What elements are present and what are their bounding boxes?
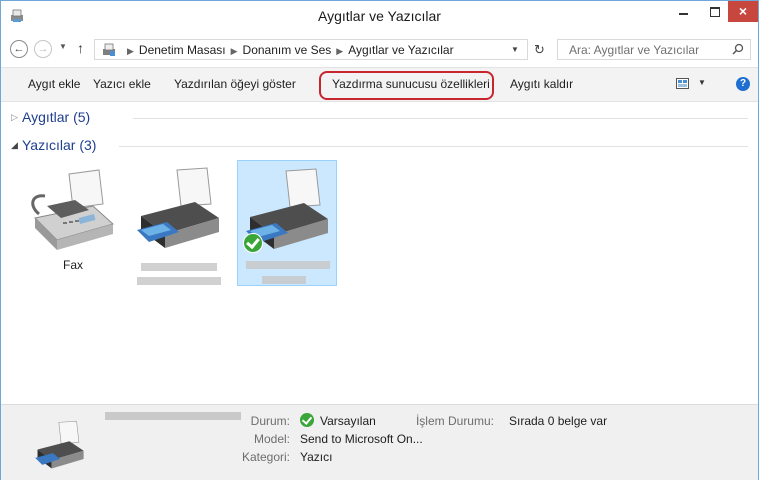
- status-label: Durum:: [250, 414, 290, 428]
- refresh-icon[interactable]: ↻: [534, 42, 545, 58]
- control-panel-printer-icon: [103, 43, 115, 56]
- details-pane: Durum: Varsayılan Model: Send to Microso…: [1, 404, 758, 480]
- remove-device-button[interactable]: Aygıtı kaldır: [510, 77, 573, 91]
- see-whats-printing-button[interactable]: Yazdırılan öğeyi göster: [174, 77, 296, 91]
- address-row: ← → ▼ ↑ ▶ Denetim Masası ▶ Donanım ve Ses ▶ A…: [1, 38, 758, 62]
- back-button[interactable]: ←: [10, 40, 28, 58]
- printer-item-default-selected[interactable]: [237, 160, 337, 286]
- redacted-name: [137, 277, 221, 285]
- redacted-printer-name: [105, 412, 241, 420]
- breadcrumb-devices-printers[interactable]: Aygıtlar ve Yazıcılar: [348, 43, 453, 57]
- up-button[interactable]: ↑: [77, 40, 84, 56]
- search-placeholder: Ara: Aygıtlar ve Yazıcılar: [569, 43, 700, 57]
- expand-icon[interactable]: ▷: [11, 112, 18, 123]
- collapse-icon[interactable]: ◢: [11, 140, 18, 151]
- window-title: Aygıtlar ve Yazıcılar: [318, 8, 441, 24]
- category-label: Kategori:: [241, 450, 290, 464]
- job-status-label: İşlem Durumu:: [415, 414, 494, 428]
- default-check-icon: [243, 233, 263, 253]
- model-value: Send to Microsoft On...: [300, 432, 423, 446]
- category-value: Yazıcı: [300, 450, 333, 464]
- redacted-name: [246, 261, 330, 269]
- print-server-properties-button[interactable]: Yazdırma sunucusu özellikleri: [332, 77, 490, 91]
- change-view-icon[interactable]: [676, 78, 689, 89]
- printer-icon: [35, 420, 84, 469]
- title-bar[interactable]: Aygıtlar ve Yazıcılar ×: [1, 1, 758, 32]
- status-value: Varsayılan: [320, 414, 376, 428]
- printer-item-fax[interactable]: Fax: [23, 160, 123, 286]
- close-button[interactable]: ×: [728, 1, 758, 22]
- printer-label: Fax: [62, 258, 83, 272]
- breadcrumb-hardware-sound[interactable]: Donanım ve Ses: [243, 43, 332, 57]
- address-bar[interactable]: ▶ Denetim Masası ▶ Donanım ve Ses ▶ Aygıtlar …: [94, 39, 528, 60]
- group-header-devices[interactable]: ▷ Aygıtlar (5): [1, 109, 758, 127]
- window: Aygıtlar ve Yazıcılar × ← → ▼ ↑ ▶ Denetim…: [0, 0, 759, 480]
- minimize-button[interactable]: [670, 1, 698, 22]
- maximize-button[interactable]: [701, 1, 729, 22]
- redacted-name: [262, 276, 306, 284]
- forward-button[interactable]: →: [34, 40, 52, 58]
- recent-locations-chevron-icon[interactable]: ▼: [59, 42, 67, 51]
- address-dropdown-icon[interactable]: ▼: [511, 45, 519, 54]
- breadcrumb-separator-icon: ▶: [230, 46, 238, 56]
- close-icon: ×: [738, 3, 748, 19]
- default-status-check-icon: [300, 413, 314, 427]
- breadcrumb-control-panel[interactable]: Denetim Masası: [139, 43, 226, 57]
- breadcrumb: ▶ Denetim Masası ▶ Donanım ve Ses ▶ Aygıtlar …: [122, 43, 454, 57]
- minimize-icon: [679, 13, 688, 15]
- breadcrumb-separator-icon: ▶: [336, 46, 344, 56]
- command-bar: Aygıt ekle Yazıcı ekle Yazdırılan öğeyi …: [1, 67, 758, 102]
- model-label: Model:: [253, 432, 290, 446]
- group-label-devices: Aygıtlar (5): [22, 109, 91, 125]
- fax-icon: [31, 169, 115, 250]
- job-status-value: Sırada 0 belge var: [509, 414, 608, 428]
- add-device-button[interactable]: Aygıt ekle: [28, 77, 80, 91]
- printer-icon: [137, 167, 219, 248]
- printer-item[interactable]: [129, 160, 229, 286]
- help-icon[interactable]: ?: [736, 77, 750, 91]
- search-icon: [732, 43, 744, 55]
- group-label-printers: Yazıcılar (3): [22, 137, 97, 153]
- breadcrumb-separator-icon: ▶: [127, 46, 134, 56]
- group-divider: [119, 146, 748, 147]
- redacted-name: [141, 263, 217, 271]
- add-printer-button[interactable]: Yazıcı ekle: [93, 77, 151, 91]
- group-header-printers[interactable]: ◢ Yazıcılar (3): [1, 137, 758, 155]
- search-input[interactable]: Ara: Aygıtlar ve Yazıcılar: [557, 39, 751, 60]
- maximize-icon: [710, 7, 720, 17]
- group-divider: [133, 118, 748, 119]
- view-dropdown-icon[interactable]: ▼: [698, 78, 706, 87]
